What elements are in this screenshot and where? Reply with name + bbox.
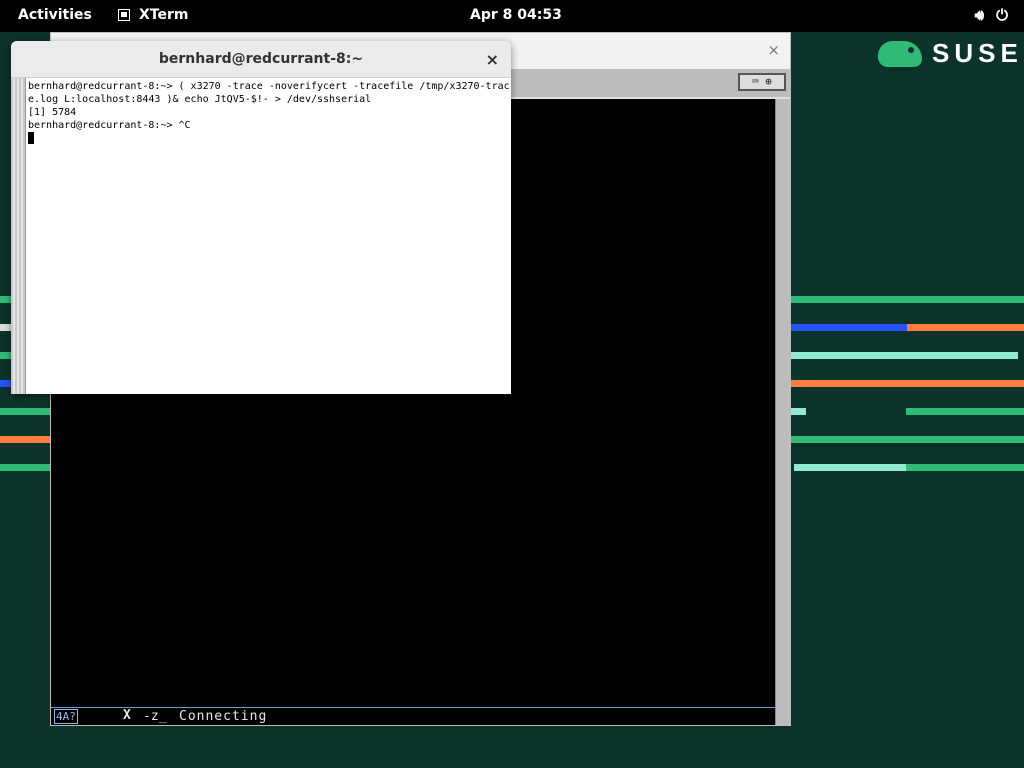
logo-text: SUSE [932,38,1023,68]
wallpaper-stripe [791,436,1024,443]
oia-divider [51,707,776,708]
wallpaper-stripe [0,408,50,415]
operator-information-area: 4A? X -z_ Connecting [51,708,776,725]
terminal-icon [118,9,130,21]
terminal-line: bernhard@redcurrant-8:~> ^C [28,120,191,131]
terminal-output[interactable]: bernhard@redcurrant-8:~> ( x3270 -trace … [28,80,509,394]
chameleon-icon [878,40,922,67]
wallpaper-stripe [794,464,906,471]
xterm-scrollbar[interactable] [11,78,26,394]
terminal-line: e.log L:localhost:8443 )& echo JtQV5-$!-… [28,94,372,105]
clock[interactable]: Apr 8 04:53 [470,7,562,23]
x3270-scrollbar[interactable] [775,99,790,725]
oia-status: Connecting [179,709,268,724]
xterm-title: bernhard@redcurrant-8:~ [158,51,364,67]
terminal-line: bernhard@redcurrant-8:~> ( x3270 -trace … [28,81,509,92]
wallpaper-stripe [791,352,1018,359]
terminal-prompt-line [28,132,509,146]
suse-logo: SUSE [878,38,1023,69]
xterm-titlebar[interactable]: bernhard@redcurrant-8:~ × [11,41,511,78]
activities-button[interactable]: Activities [18,7,92,23]
oia-indicator: 4A? [54,709,78,724]
text-cursor [28,132,34,144]
power-icon: ⏻ [996,6,1008,24]
top-bar: Activities XTerm Apr 8 04:53 🔊︎ ⏻ [0,0,1024,32]
wallpaper-stripe [907,324,1024,331]
wallpaper-stripe [791,296,1024,303]
wallpaper-stripe [791,380,1024,387]
wallpaper-stripe [906,408,1024,415]
wallpaper-stripe [0,436,50,443]
app-menu[interactable]: XTerm [118,7,188,23]
app-name: XTerm [139,7,189,23]
wallpaper-stripe [0,464,50,471]
wallpaper-stripe [906,464,1024,471]
xterm-close-button[interactable]: × [486,50,499,69]
keyboard-icon[interactable]: ⌨ ⊕ [738,73,786,91]
xterm-window[interactable]: bernhard@redcurrant-8:~ × bernhard@redcu… [11,41,511,394]
wallpaper-stripe [791,324,907,331]
oia-clock-symbol: -z_ [143,709,167,724]
wallpaper-stripe [791,408,806,415]
oia-x-symbol: X [123,708,131,723]
speaker-icon: 🔊︎ [974,6,985,24]
x3270-close-button[interactable]: × [767,41,780,59]
terminal-line: [1] 5784 [28,107,77,118]
system-menu[interactable]: 🔊︎ ⏻ [975,6,1008,24]
